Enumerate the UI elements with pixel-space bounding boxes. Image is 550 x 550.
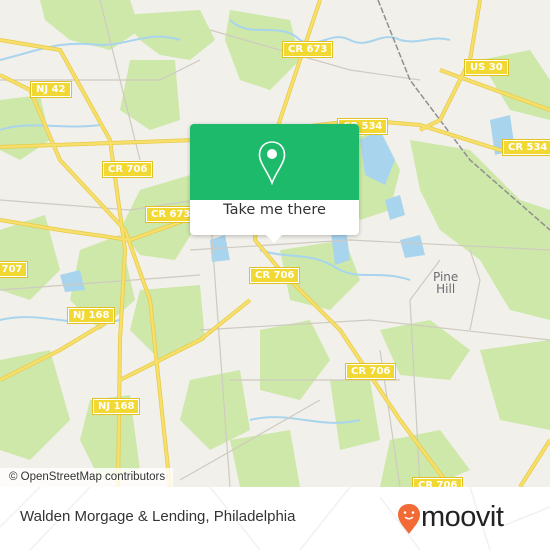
- map-pin-icon: [258, 141, 286, 186]
- place-label-line: Hill: [436, 282, 456, 296]
- road-shield-us30: US 30: [464, 59, 509, 76]
- road-shield-cr673: CR 673: [281, 41, 334, 58]
- moovit-pin-icon: [398, 504, 420, 534]
- moovit-wordmark: moovit: [421, 501, 504, 533]
- location-title: Walden Morgage & Lending, Philadelphia: [20, 508, 296, 525]
- popup-header[interactable]: [190, 124, 359, 200]
- road-shield-cr706: CR 706: [248, 267, 301, 284]
- road-shield-cr534: CR 534: [501, 139, 550, 156]
- road-shield-nj168: NJ 168: [91, 398, 141, 415]
- take-me-there-button[interactable]: Take me there: [190, 202, 359, 218]
- road-shield-cr707: CR 707: [0, 261, 29, 278]
- road-shield-cr706: CR 706: [344, 363, 397, 380]
- map-attribution[interactable]: © OpenStreetMap contributors: [0, 468, 174, 487]
- road-shield-cr706: CR 706: [101, 161, 154, 178]
- moovit-logo[interactable]: moovit: [397, 500, 537, 540]
- road-shield-nj168: NJ 168: [66, 307, 116, 324]
- map-view[interactable]: NJ 42 CR 673 US 30 CR 534 CR 534 CR 706 …: [0, 0, 550, 487]
- take-me-there-popup[interactable]: Take me there: [190, 124, 359, 243]
- road-shield-cr706: CR 706: [411, 477, 464, 487]
- road-shield-nj42: NJ 42: [30, 81, 72, 98]
- footer-bar: Walden Morgage & Lending, Philadelphia m…: [0, 487, 550, 550]
- place-label-pine-hill: Pine Hill: [433, 271, 458, 295]
- road-shield-cr673: CR 673: [144, 206, 197, 223]
- popup-pointer: [265, 234, 283, 243]
